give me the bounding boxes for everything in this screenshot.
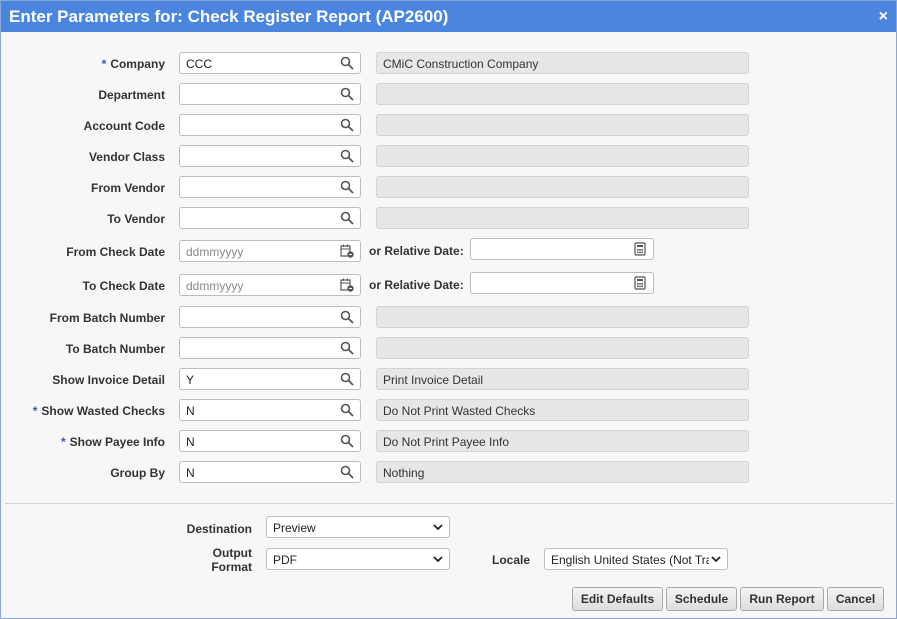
field-label: From Check Date xyxy=(66,245,165,259)
param-row-show-invoice-detail: Show Invoice Detail Y Print Invoice Deta… xyxy=(1,368,896,392)
required-marker: * xyxy=(101,57,107,71)
search-icon[interactable] xyxy=(340,87,354,101)
search-icon[interactable] xyxy=(340,403,354,417)
chevron-down-icon xyxy=(433,556,443,563)
show-invoice-detail-description: Print Invoice Detail xyxy=(376,368,749,390)
param-row-from-batch-number: From Batch Number xyxy=(1,306,896,330)
field-label: To Batch Number xyxy=(65,342,165,356)
account-code-description xyxy=(376,114,749,136)
chevron-down-icon xyxy=(433,524,443,531)
calculator-icon[interactable] xyxy=(633,242,647,256)
cancel-button[interactable]: Cancel xyxy=(827,587,884,611)
param-row-from-vendor: From Vendor xyxy=(1,176,896,200)
required-marker: * xyxy=(32,404,38,418)
title-bar: Enter Parameters for: Check Register Rep… xyxy=(1,1,896,32)
to-relative-date-input[interactable] xyxy=(470,272,654,294)
output-format-select[interactable]: PDF xyxy=(266,548,450,570)
field-label: * Show Wasted Checks xyxy=(32,404,165,418)
param-row-department: Department xyxy=(1,83,896,107)
calendar-icon[interactable] xyxy=(340,278,354,292)
field-label: Account Code xyxy=(83,119,165,133)
calendar-icon[interactable] xyxy=(340,244,354,258)
to-check-date-input[interactable]: ddmmyyyy xyxy=(179,274,361,296)
company-description: CMiC Construction Company xyxy=(376,52,749,74)
close-icon[interactable]: × xyxy=(879,8,888,25)
param-row-to-batch-number: To Batch Number xyxy=(1,337,896,361)
to-vendor-input[interactable] xyxy=(179,207,361,229)
required-marker: * xyxy=(60,435,66,449)
field-label: To Vendor xyxy=(107,212,165,226)
search-icon[interactable] xyxy=(340,434,354,448)
from-vendor-input[interactable] xyxy=(179,176,361,198)
destination-label: Destination xyxy=(186,522,252,536)
search-icon[interactable] xyxy=(340,465,354,479)
from-batch-number-description xyxy=(376,306,749,328)
run-report-button[interactable]: Run Report xyxy=(740,587,824,611)
param-row-show-payee-info: * Show Payee Info N Do Not Print Payee In… xyxy=(1,430,896,454)
field-label: Department xyxy=(98,88,165,102)
edit-defaults-button[interactable]: Edit Defaults xyxy=(572,587,663,611)
param-row-show-wasted-checks: * Show Wasted Checks N Do Not Print Waste… xyxy=(1,399,896,423)
param-row-account-code: Account Code xyxy=(1,114,896,138)
to-vendor-description xyxy=(376,207,749,229)
field-label: Group By xyxy=(110,466,165,480)
param-row-to-vendor: To Vendor xyxy=(1,207,896,231)
calculator-icon[interactable] xyxy=(633,276,647,290)
field-label: From Batch Number xyxy=(49,311,165,325)
param-row-from-check-date: From Check Date ddmmyyyy or Relative Dat… xyxy=(1,238,896,264)
search-icon[interactable] xyxy=(340,372,354,386)
chevron-down-icon xyxy=(711,556,721,563)
from-relative-date-input[interactable] xyxy=(470,238,654,260)
search-icon[interactable] xyxy=(340,341,354,355)
to-batch-number-description xyxy=(376,337,749,359)
vendor-class-input[interactable] xyxy=(179,145,361,167)
search-icon[interactable] xyxy=(340,180,354,194)
search-icon[interactable] xyxy=(340,56,354,70)
field-label: From Vendor xyxy=(90,181,165,195)
field-label: * Show Payee Info xyxy=(60,435,165,449)
dialog-title: Enter Parameters for: Check Register Rep… xyxy=(9,6,449,26)
to-batch-number-input[interactable] xyxy=(179,337,361,359)
group-by-input[interactable]: N xyxy=(179,461,361,483)
field-label: To Check Date xyxy=(82,279,165,293)
from-batch-number-input[interactable] xyxy=(179,306,361,328)
destination-select[interactable]: Preview xyxy=(266,516,450,538)
search-icon[interactable] xyxy=(340,211,354,225)
show-wasted-checks-input[interactable]: N xyxy=(179,399,361,421)
from-vendor-description xyxy=(376,176,749,198)
show-invoice-detail-input[interactable]: Y xyxy=(179,368,361,390)
company-input[interactable]: CCC xyxy=(179,52,361,74)
param-row-company: * Company CCC CMiC Construction Company xyxy=(1,52,896,76)
account-code-input[interactable] xyxy=(179,114,361,136)
relative-date-label: or Relative Date: xyxy=(369,278,464,292)
field-label: Vendor Class xyxy=(88,150,165,164)
field-label: * Company xyxy=(101,57,165,71)
search-icon[interactable] xyxy=(340,149,354,163)
search-icon[interactable] xyxy=(340,118,354,132)
group-by-description: Nothing xyxy=(376,461,749,483)
param-row-to-check-date: To Check Date ddmmyyyy or Relative Date: xyxy=(1,272,896,298)
locale-select[interactable]: English United States (Not Tra xyxy=(544,548,728,570)
vendor-class-description xyxy=(376,145,749,167)
locale-label: Locale xyxy=(492,553,531,567)
search-icon[interactable] xyxy=(340,310,354,324)
department-description xyxy=(376,83,749,105)
schedule-button[interactable]: Schedule xyxy=(666,587,737,611)
section-divider xyxy=(5,503,894,504)
from-check-date-input[interactable]: ddmmyyyy xyxy=(179,240,361,262)
param-row-group-by: Group By N Nothing xyxy=(1,461,896,485)
parameters-dialog: Enter Parameters for: Check Register Rep… xyxy=(0,0,897,619)
output-format-label: Output Format xyxy=(211,546,252,574)
show-payee-info-input[interactable]: N xyxy=(179,430,361,452)
relative-date-label: or Relative Date: xyxy=(369,244,464,258)
param-row-vendor-class: Vendor Class xyxy=(1,145,896,169)
field-label: Show Invoice Detail xyxy=(52,373,165,387)
show-payee-info-description: Do Not Print Payee Info xyxy=(376,430,749,452)
show-wasted-checks-description: Do Not Print Wasted Checks xyxy=(376,399,749,421)
department-input[interactable] xyxy=(179,83,361,105)
